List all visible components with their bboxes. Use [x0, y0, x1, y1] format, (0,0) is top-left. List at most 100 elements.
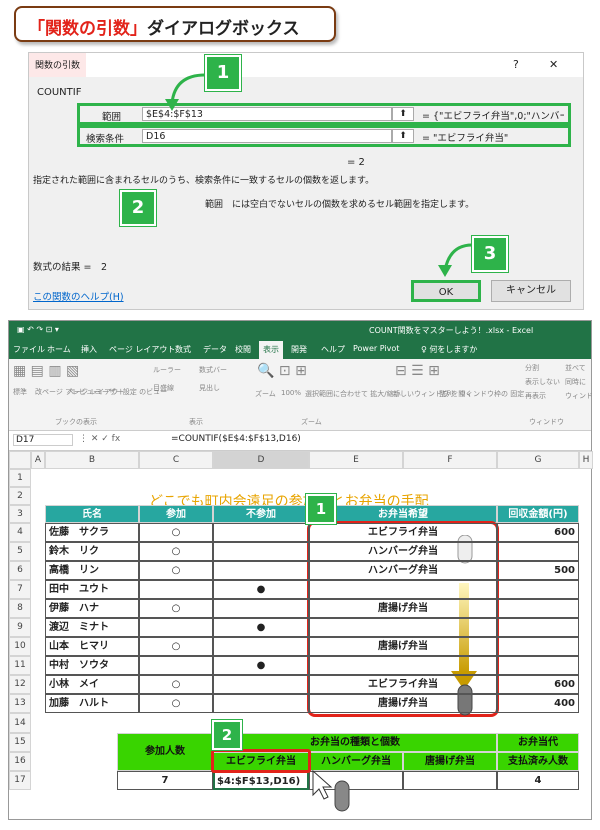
- tab-home[interactable]: ホーム: [47, 344, 71, 355]
- tab-data[interactable]: データ: [203, 344, 227, 355]
- summary-karaage-value[interactable]: [403, 771, 497, 790]
- row-header[interactable]: 15: [9, 733, 31, 752]
- chk-gridlines[interactable]: 目盛線: [153, 383, 174, 393]
- table-cell[interactable]: [309, 656, 497, 675]
- view-normal[interactable]: 標準: [13, 387, 27, 397]
- col-B[interactable]: B: [45, 451, 139, 469]
- table-cell[interactable]: [139, 580, 213, 599]
- cell-d17-editing[interactable]: $4:$F$13,D16): [213, 771, 309, 790]
- table-cell[interactable]: ハンバーグ弁当: [309, 561, 497, 580]
- tab-formulas[interactable]: 数式: [175, 344, 191, 355]
- table-cell[interactable]: ○: [139, 694, 213, 713]
- table-cell[interactable]: ○: [139, 561, 213, 580]
- row-header[interactable]: 17: [9, 771, 31, 790]
- summary-count-value[interactable]: 7: [117, 771, 213, 790]
- row-header[interactable]: 13: [9, 694, 31, 713]
- fx-icon[interactable]: ⋮ ✕ ✓ fx: [79, 434, 120, 444]
- new-window-icon[interactable]: ⊟ ☰ ⊞: [395, 363, 440, 379]
- row-header[interactable]: 3: [9, 505, 31, 523]
- table-cell[interactable]: 唐揚げ弁当: [309, 637, 497, 656]
- normal-view-icon[interactable]: ▦ ▤ ▥ ▧: [13, 363, 79, 379]
- table-cell[interactable]: [213, 523, 309, 542]
- table-cell[interactable]: エビフライ弁当: [309, 675, 497, 694]
- zoom-selection[interactable]: 選択範囲に合わせて 拡大/縮小: [305, 389, 401, 399]
- col-A[interactable]: A: [31, 451, 45, 469]
- table-cell[interactable]: 600: [497, 523, 579, 542]
- unhide[interactable]: 再表示: [525, 391, 546, 401]
- table-cell[interactable]: ○: [139, 637, 213, 656]
- row-header[interactable]: 8: [9, 599, 31, 618]
- summary-paid-label1[interactable]: お弁当代: [497, 733, 579, 752]
- table-cell[interactable]: 鈴木 リク: [45, 542, 139, 561]
- table-cell[interactable]: 唐揚げ弁当: [309, 694, 497, 713]
- header-absent[interactable]: 不参加: [213, 505, 309, 523]
- row-header[interactable]: 11: [9, 656, 31, 675]
- summary-paid-value[interactable]: 4: [497, 771, 579, 790]
- tab-insert[interactable]: 挿入: [81, 344, 97, 355]
- table-cell[interactable]: 山本 ヒマリ: [45, 637, 139, 656]
- reset-window[interactable]: ウィンド: [565, 391, 593, 401]
- table-cell[interactable]: [497, 656, 579, 675]
- arrange-all[interactable]: 整列: [439, 389, 453, 399]
- row-header[interactable]: 14: [9, 713, 31, 733]
- table-cell[interactable]: ハンバーグ弁当: [309, 542, 497, 561]
- header-paid[interactable]: 回収金額(円): [497, 505, 579, 523]
- formula-input[interactable]: =COUNTIF($E$4:$F$13,D16): [171, 434, 301, 444]
- table-cell[interactable]: [213, 694, 309, 713]
- row-header[interactable]: 1: [9, 469, 31, 487]
- table-cell[interactable]: ○: [139, 675, 213, 694]
- table-cell[interactable]: [497, 618, 579, 637]
- table-cell[interactable]: [309, 580, 497, 599]
- col-G[interactable]: G: [497, 451, 579, 469]
- table-cell[interactable]: 渡辺 ミナト: [45, 618, 139, 637]
- table-cell[interactable]: ○: [139, 523, 213, 542]
- table-cell[interactable]: ●: [213, 580, 309, 599]
- row-header[interactable]: 9: [9, 618, 31, 637]
- zoom-button[interactable]: ズーム: [255, 389, 276, 399]
- row-header[interactable]: 6: [9, 561, 31, 580]
- zoom-100[interactable]: 100%: [281, 389, 301, 397]
- table-cell[interactable]: [497, 637, 579, 656]
- header-attend[interactable]: 参加: [139, 505, 213, 523]
- side-by-side[interactable]: 並べて: [565, 363, 586, 373]
- table-cell[interactable]: [497, 580, 579, 599]
- table-cell[interactable]: [213, 637, 309, 656]
- table-cell[interactable]: ○: [139, 599, 213, 618]
- table-cell[interactable]: [309, 618, 497, 637]
- row-header[interactable]: 10: [9, 637, 31, 656]
- table-cell[interactable]: 佐藤 サクラ: [45, 523, 139, 542]
- table-cell[interactable]: 高橋 リン: [45, 561, 139, 580]
- table-cell[interactable]: [497, 542, 579, 561]
- tab-file[interactable]: ファイル: [13, 344, 45, 355]
- hide[interactable]: 表示しない: [525, 377, 560, 387]
- table-cell[interactable]: [213, 599, 309, 618]
- chk-formula-bar[interactable]: 数式バー: [199, 365, 227, 375]
- sync-scroll[interactable]: 同時に: [565, 377, 586, 387]
- table-cell[interactable]: ●: [213, 618, 309, 637]
- row-header[interactable]: 2: [9, 487, 31, 505]
- help-link[interactable]: この関数のヘルプ(H): [33, 289, 124, 303]
- table-cell[interactable]: 加藤 ハルト: [45, 694, 139, 713]
- table-cell[interactable]: 小林 メイ: [45, 675, 139, 694]
- table-cell[interactable]: [139, 656, 213, 675]
- tab-power-pivot[interactable]: Power Pivot: [353, 344, 399, 353]
- col-C[interactable]: C: [139, 451, 213, 469]
- freeze-panes[interactable]: ウィンドウ枠の 固定: [459, 389, 524, 399]
- tab-developer[interactable]: 開発: [291, 344, 307, 355]
- table-cell[interactable]: [213, 561, 309, 580]
- tab-review[interactable]: 校閲: [235, 344, 251, 355]
- table-cell[interactable]: 唐揚げ弁当: [309, 599, 497, 618]
- tab-page-layout[interactable]: ページ レイアウト: [109, 344, 175, 355]
- row-header[interactable]: 4: [9, 523, 31, 542]
- row-header[interactable]: 16: [9, 752, 31, 771]
- tell-me-search[interactable]: ♀ 何をしますか: [421, 344, 477, 355]
- summary-count-label[interactable]: 参加人数: [117, 733, 213, 771]
- table-cell[interactable]: 中村 ソウタ: [45, 656, 139, 675]
- col-H[interactable]: H: [579, 451, 593, 469]
- table-cell[interactable]: 伊藤 ハナ: [45, 599, 139, 618]
- header-name[interactable]: 氏名: [45, 505, 139, 523]
- row-header[interactable]: 7: [9, 580, 31, 599]
- summary-paid-label2[interactable]: 支払済み人数: [497, 752, 579, 771]
- table-cell[interactable]: 500: [497, 561, 579, 580]
- summary-type-karaage[interactable]: 唐揚げ弁当: [403, 752, 497, 771]
